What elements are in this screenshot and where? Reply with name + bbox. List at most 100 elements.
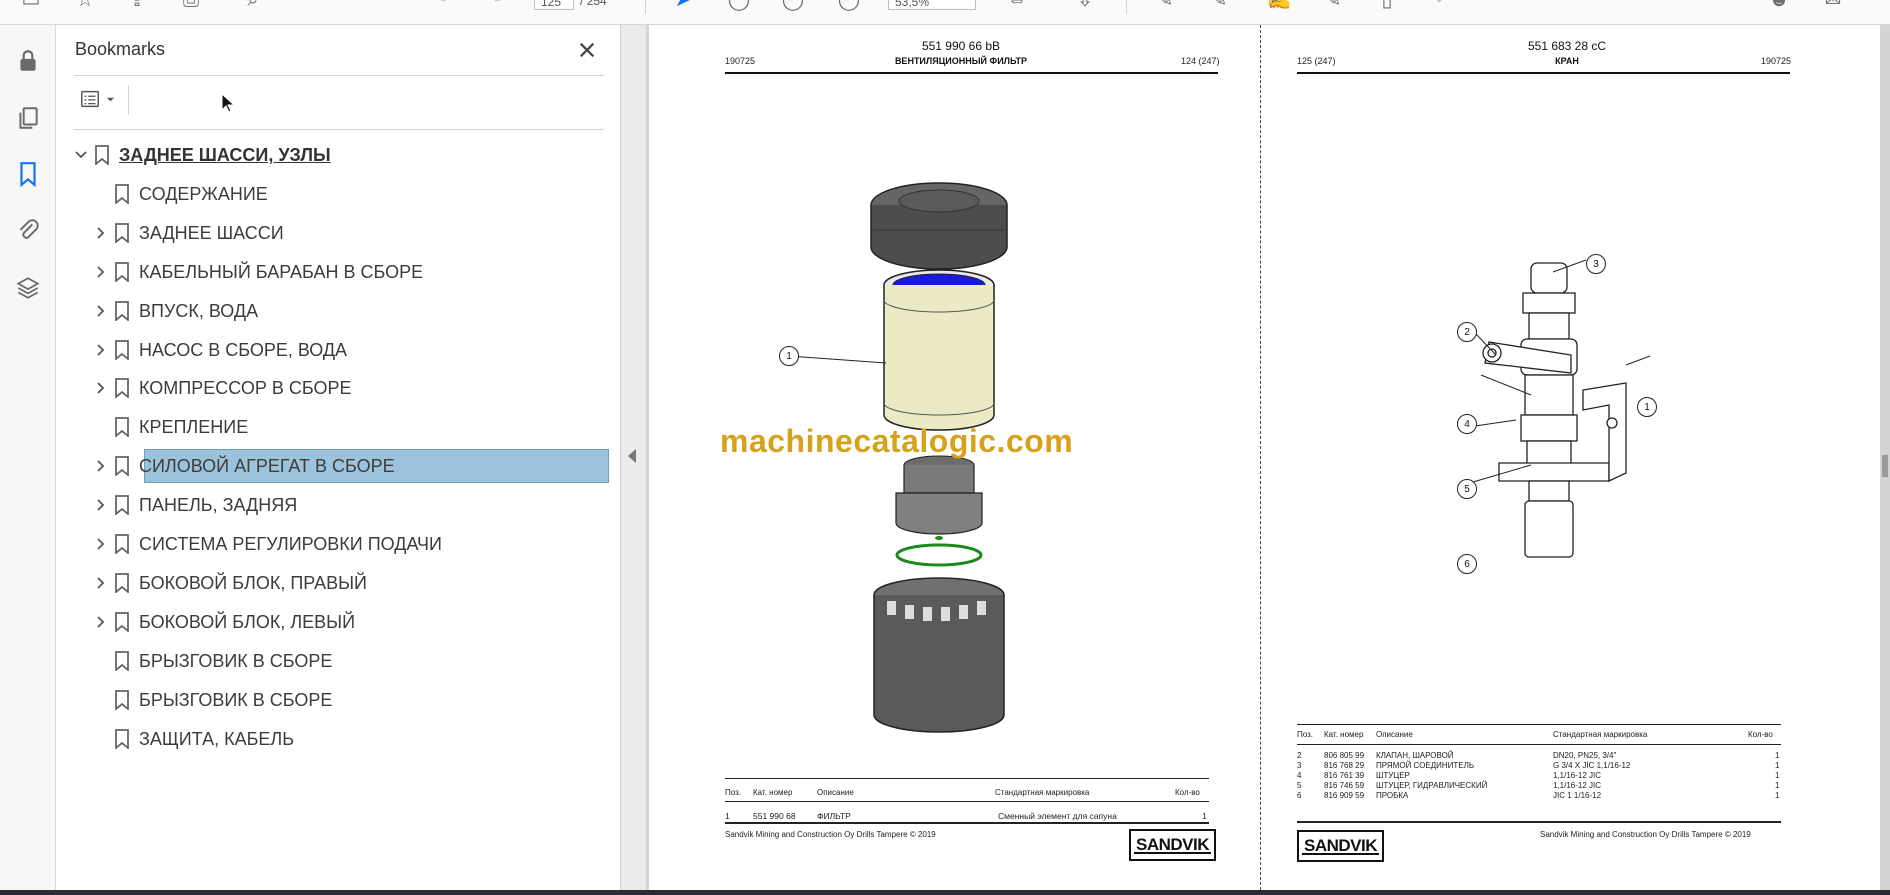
collapse-panel-icon[interactable]: [628, 449, 636, 463]
bookmark-icon: [113, 377, 131, 399]
row-std: G 3/4 X JIC 1,1/16-12: [1553, 761, 1631, 770]
bookmark-item[interactable]: БРЫЗГОВИК В СБОРЕ: [56, 644, 616, 678]
chevron-down-icon: [106, 97, 115, 101]
bookmark-icon: [113, 183, 131, 205]
highlight-icon[interactable]: ✎: [1206, 0, 1232, 10]
page-thumbnails-icon[interactable]: [12, 102, 44, 134]
toolbar-separator: [645, 0, 646, 14]
chevron-right-icon[interactable]: [92, 263, 110, 281]
bookmark-label: КАБЕЛЬНЫЙ БАРАБАН В СБОРЕ: [139, 261, 424, 282]
bookmark-item[interactable]: ЗАДНЕЕ ШАССИ, УЗЛЫ: [56, 138, 616, 172]
zoom-input[interactable]: 53,5%: [888, 0, 976, 10]
bookmarks-icon[interactable]: [12, 158, 44, 190]
hand-tool-icon[interactable]: ◯: [726, 0, 752, 10]
scroll-mode-icon[interactable]: ⇩: [1072, 0, 1098, 10]
bookmark-options-button[interactable]: [74, 85, 120, 113]
bookmark-label: БРЫЗГОВИК В СБОРЕ: [139, 689, 333, 710]
col-qty: Кол-во: [1748, 730, 1773, 739]
bookmark-item[interactable]: КОМПРЕССОР В СБОРЕ: [56, 371, 616, 405]
fit-page-icon[interactable]: ⇔: [1004, 0, 1030, 10]
undo-icon[interactable]: ↶: [1430, 0, 1456, 10]
row-desc: ПРОБКА: [1376, 791, 1409, 800]
table-header-rule: [725, 801, 1209, 802]
close-icon[interactable]: [574, 37, 600, 63]
bookmark-item[interactable]: ЗАЩИТА, КАБЕЛЬ: [56, 722, 616, 756]
chevron-right-icon[interactable]: [92, 535, 110, 553]
bookmark-item[interactable]: НАСОС В СБОРЕ, ВОДА: [56, 333, 616, 367]
row-part: 816 909 59: [1324, 791, 1365, 800]
lock-icon[interactable]: [12, 45, 44, 77]
row-part: 816 768 29: [1324, 761, 1365, 770]
comment-icon[interactable]: ✎: [1152, 0, 1178, 10]
bookmark-item[interactable]: БОКОВОЙ БЛОК, ПРАВЫЙ: [56, 566, 616, 600]
home-icon[interactable]: ▭: [18, 0, 44, 10]
col-qty: Кол-во: [1175, 788, 1200, 797]
row-desc: ФИЛЬТР: [817, 811, 851, 821]
col-pos: Поз.: [1297, 730, 1313, 739]
toolbar-separator: [1126, 0, 1127, 14]
callout-1: 1: [779, 346, 799, 366]
bookmark-icon: [113, 494, 131, 516]
zoom-out-icon[interactable]: ◯: [780, 0, 806, 10]
bookmark-item[interactable]: СИЛОВОЙ АГРЕГАТ В СБОРЕ: [56, 449, 616, 484]
table-top-rule: [725, 778, 1209, 779]
document-view[interactable]: 551 990 66 bB 190725 ВЕНТИЛЯЦИОННЫЙ ФИЛЬ…: [646, 25, 1890, 890]
attachments-icon[interactable]: [12, 215, 44, 247]
bookmark-item[interactable]: КРЕПЛЕНИЕ: [56, 410, 616, 444]
bookmark-item[interactable]: БРЫЗГОВИК В СБОРЕ: [56, 683, 616, 717]
chevron-right-icon[interactable]: [92, 341, 110, 359]
chevron-right-icon[interactable]: [92, 302, 110, 320]
row-pos: 5: [1297, 781, 1302, 790]
chevron-right-icon[interactable]: [92, 496, 110, 514]
bookmark-item[interactable]: СОДЕРЖАНИЕ: [56, 177, 616, 211]
sign-icon[interactable]: ✍: [1266, 0, 1292, 10]
page-total: / 254: [580, 0, 607, 8]
chevron-right-icon[interactable]: [92, 224, 110, 242]
scrollbar-thumb[interactable]: [1882, 455, 1888, 477]
bookmark-item[interactable]: КАБЕЛЬНЫЙ БАРАБАН В СБОРЕ: [56, 255, 616, 289]
layers-icon[interactable]: [12, 272, 44, 304]
bookmark-item[interactable]: БОКОВОЙ БЛОК, ЛЕВЫЙ: [56, 605, 616, 639]
chevron-right-icon[interactable]: [92, 379, 110, 397]
print-icon[interactable]: ⎙: [178, 0, 204, 10]
bookmark-label: НАСОС В СБОРЕ, ВОДА: [139, 339, 348, 360]
delete-icon[interactable]: ▯: [1374, 0, 1400, 10]
page-down-icon[interactable]: ◔: [482, 0, 508, 10]
chevron-right-icon[interactable]: [92, 574, 110, 592]
chevron-down-icon[interactable]: [72, 146, 90, 164]
mouse-cursor-icon: [221, 92, 236, 118]
bookmark-label: СИСТЕМА РЕГУЛИРОВКИ ПОДАЧИ: [139, 534, 442, 554]
page-current: 125: [541, 0, 562, 9]
panel-splitter[interactable]: [621, 25, 646, 890]
row-part: 816 761 39: [1324, 771, 1365, 780]
col-std: Стандартная маркировка: [1553, 730, 1648, 739]
col-part: Кат. номер: [753, 788, 793, 797]
draw-icon[interactable]: ✎: [1320, 0, 1346, 10]
search-icon[interactable]: ⌕: [240, 0, 266, 10]
bookmark-item[interactable]: ЗАДНЕЕ ШАССИ: [56, 216, 616, 250]
pdf-page-right: 551 683 28 cC 125 (247) КРАН 190725 3 2 …: [1260, 25, 1880, 890]
row-qty: 1: [1775, 751, 1780, 760]
page-title: КРАН: [1555, 56, 1579, 66]
page-number-input[interactable]: 125: [534, 0, 574, 10]
share-user-icon[interactable]: ☻: [1766, 0, 1792, 10]
table-top-rule: [1297, 724, 1781, 725]
row-desc: ШТУЦЕР: [1376, 771, 1410, 780]
chevron-right-icon[interactable]: [92, 613, 110, 631]
page-up-icon[interactable]: ◔: [428, 0, 454, 10]
email-icon[interactable]: ✉: [1820, 0, 1846, 10]
select-tool-icon[interactable]: ➤: [670, 0, 696, 10]
row-part: 816 746 59: [1324, 781, 1365, 790]
upload-icon[interactable]: ⇪: [124, 0, 150, 10]
bookmark-item[interactable]: ВПУСК, ВОДА: [56, 294, 616, 328]
bookmark-item[interactable]: ПАНЕЛЬ, ЗАДНЯЯ: [56, 488, 616, 522]
zoom-in-icon[interactable]: ◯: [836, 0, 862, 10]
bookmark-item[interactable]: СИСТЕМА РЕГУЛИРОВКИ ПОДАЧИ: [56, 527, 616, 561]
chevron-right-icon[interactable]: [92, 457, 110, 475]
bookmark-star-icon[interactable]: ☆: [72, 0, 98, 10]
row-std: Сменный элемент для сапуна: [998, 811, 1117, 821]
bookmark-icon: [113, 572, 131, 594]
row-qty: 1: [1775, 791, 1780, 800]
bookmark-label: КРЕПЛЕНИЕ: [139, 417, 249, 438]
bookmark-icon: [113, 611, 131, 633]
